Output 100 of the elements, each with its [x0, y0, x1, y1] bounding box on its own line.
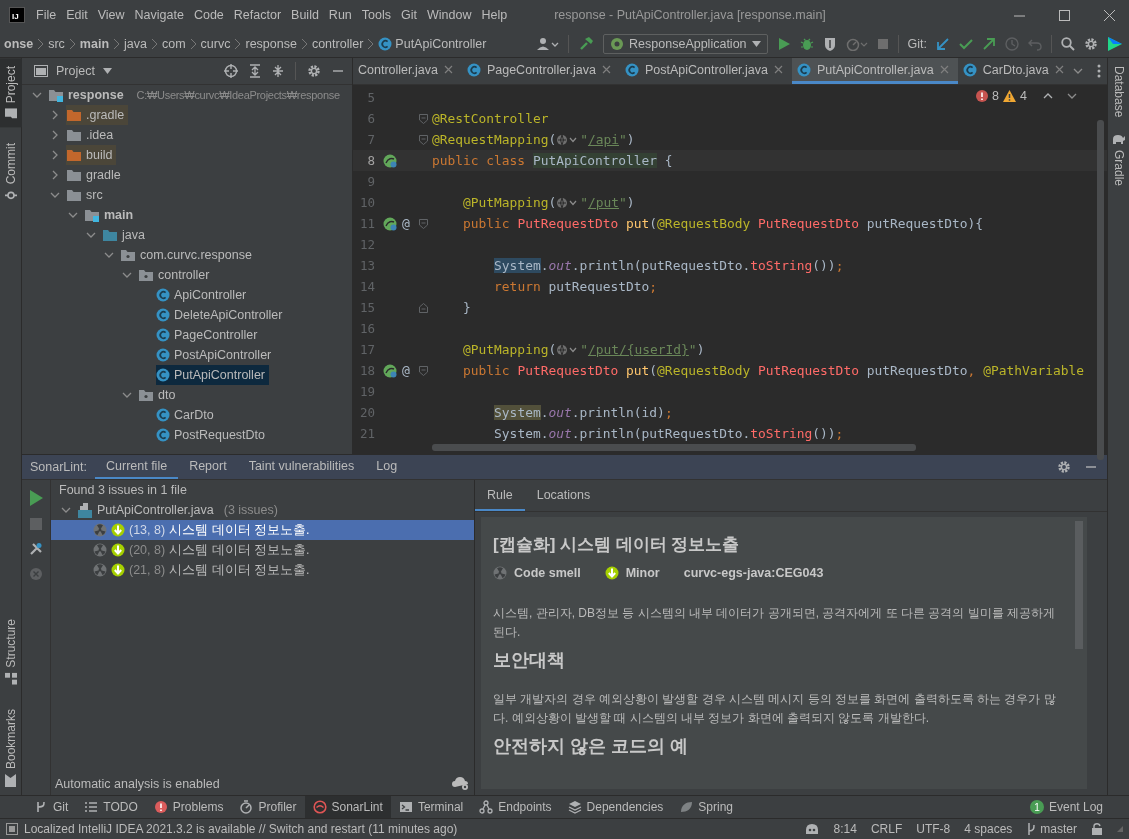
status-item[interactable]: 4 spaces	[964, 822, 1013, 836]
menu-item[interactable]: Navigate	[129, 5, 189, 25]
close-icon[interactable]	[602, 65, 611, 74]
menu-item[interactable]: Help	[476, 5, 513, 25]
breadcrumb[interactable]: main	[75, 36, 114, 51]
breadcrumb[interactable]: PutApiController	[374, 36, 491, 51]
tree-item[interactable]: DeleteApiController	[156, 305, 287, 325]
run-icon[interactable]	[29, 490, 43, 506]
breadcrumb[interactable]: response	[241, 36, 301, 51]
tool-window-button[interactable]: Gradle	[1108, 125, 1129, 195]
tool-window-button[interactable]: Dependencies	[559, 796, 672, 818]
tool-window-button[interactable]: Problems	[145, 796, 232, 818]
collapse-all-icon[interactable]	[272, 64, 284, 78]
breadcrumb[interactable]: src	[44, 36, 69, 51]
tree-item[interactable]: src	[66, 185, 107, 205]
check-icon[interactable]	[959, 36, 973, 51]
close-icon[interactable]	[1054, 65, 1064, 74]
breadcrumb[interactable]: curvc	[196, 36, 235, 51]
tab-list-icon[interactable]	[1073, 66, 1083, 76]
editor-tab[interactable]: CarDto.java	[957, 58, 1073, 84]
user-icon[interactable]	[537, 36, 560, 51]
crosshair-icon[interactable]	[224, 64, 238, 78]
tool-window-button[interactable]: Project	[0, 58, 22, 128]
menu-item[interactable]: Tools	[356, 5, 396, 25]
fold-icon[interactable]	[419, 365, 428, 376]
status-item[interactable]: UTF-8	[916, 822, 951, 836]
panel-tab[interactable]: Current file	[95, 455, 179, 479]
vertical-scrollbar[interactable]	[1097, 120, 1104, 460]
panel-tab[interactable]: Locations	[524, 480, 603, 511]
tool-window-button[interactable]: Profiler	[231, 796, 305, 818]
editor-tab[interactable]: PageController.java	[461, 58, 620, 84]
tree-item[interactable]: .idea	[66, 125, 118, 145]
tree-item[interactable]: PostApiController	[156, 345, 276, 365]
bug-icon[interactable]	[799, 36, 814, 51]
tree-item[interactable]: dto	[138, 385, 180, 405]
tree-item[interactable]: controller	[138, 265, 214, 285]
cancel-icon[interactable]	[30, 568, 42, 580]
clock-icon[interactable]	[1005, 36, 1019, 51]
tree-item[interactable]: .gradle	[66, 105, 129, 125]
tree-item[interactable]: main	[84, 205, 138, 225]
maximize-icon[interactable]	[1059, 9, 1070, 21]
close-icon[interactable]	[1104, 9, 1115, 21]
horizontal-scrollbar[interactable]	[432, 444, 916, 451]
warning-count[interactable]: 4	[1020, 89, 1027, 103]
editor-tab[interactable]: PutApiController.java	[792, 58, 958, 84]
panel-tab[interactable]: Taint vulnerabilities	[237, 455, 366, 479]
tool-window-button[interactable]: Database	[1108, 58, 1129, 126]
settings-icon[interactable]	[307, 64, 321, 78]
tool-window-button[interactable]: Structure	[0, 611, 22, 693]
event-log-button[interactable]: 1 Event Log	[1021, 796, 1129, 818]
git-branch[interactable]: master	[1040, 822, 1077, 836]
menu-item[interactable]: View	[92, 5, 130, 25]
stop-icon[interactable]	[876, 37, 889, 50]
search-icon[interactable]	[1061, 36, 1075, 51]
tool-window-button[interactable]: Endpoints	[471, 796, 560, 818]
tree-item[interactable]: response	[48, 85, 128, 105]
tree-item[interactable]: ApiController	[156, 285, 251, 305]
fold-icon[interactable]	[419, 218, 428, 229]
editor-tab[interactable]: Controller.java	[353, 58, 462, 84]
status-item[interactable]: 8:14	[833, 822, 857, 836]
menu-item[interactable]: File	[31, 5, 62, 25]
tool-window-button[interactable]: SonarLint	[304, 796, 391, 818]
app-logo[interactable]: IJ	[9, 7, 25, 23]
tool-window-button[interactable]: Bookmarks	[0, 700, 22, 795]
close-icon[interactable]	[774, 65, 783, 74]
update-arrow-icon[interactable]	[936, 36, 950, 51]
chevron-up-icon[interactable]	[1043, 91, 1053, 101]
menu-item[interactable]: Edit	[61, 5, 93, 25]
run-icon[interactable]	[776, 36, 791, 51]
tree-item[interactable]: PageController	[156, 325, 262, 345]
menu-item[interactable]: Build	[286, 5, 324, 25]
chevron-down-icon[interactable]	[1067, 91, 1077, 101]
menu-item[interactable]: Refactor	[228, 5, 287, 25]
menu-item[interactable]: Git	[396, 5, 422, 25]
message-icon[interactable]	[6, 823, 18, 835]
status-message[interactable]: Localized IntelliJ IDEA 2021.3.2 is available // Switch and restart (11 minutes ago)	[24, 822, 458, 836]
breadcrumb[interactable]: com	[158, 36, 190, 51]
chevron-down-icon[interactable]	[32, 90, 42, 100]
expand-all-icon[interactable]	[249, 64, 261, 78]
panel-tab[interactable]: Log	[365, 455, 409, 479]
issue-row[interactable]: (20, 8) 시스템 데이터 정보노출.	[51, 540, 474, 560]
tool-window-button[interactable]: Terminal	[390, 796, 472, 818]
shield-icon[interactable]	[822, 36, 837, 51]
tree-item[interactable]: gradle	[66, 165, 125, 185]
issue-row[interactable]: (13, 8) 시스템 데이터 정보노출.	[51, 520, 474, 540]
menu-item[interactable]: Window	[421, 5, 477, 25]
tools-icon[interactable]	[29, 542, 43, 556]
tool-window-button[interactable]: Spring	[671, 796, 742, 818]
panel-tab[interactable]: Rule	[475, 480, 525, 511]
settings-icon[interactable]	[1084, 36, 1098, 51]
chevron-down-icon[interactable]	[61, 505, 71, 515]
breadcrumb[interactable]: java	[120, 36, 151, 51]
panel-tab[interactable]: Report	[178, 455, 238, 479]
tool-window-button[interactable]: Commit	[0, 135, 22, 210]
tree-item[interactable]: build	[66, 145, 117, 165]
gutter-marker[interactable]: @	[402, 216, 410, 231]
tree-item[interactable]: com.curvc.response	[120, 245, 256, 265]
settings-icon[interactable]	[1057, 460, 1071, 474]
tree-item[interactable]: CarDto	[156, 405, 218, 425]
editor-tab[interactable]: PostApiController.java	[620, 58, 792, 84]
